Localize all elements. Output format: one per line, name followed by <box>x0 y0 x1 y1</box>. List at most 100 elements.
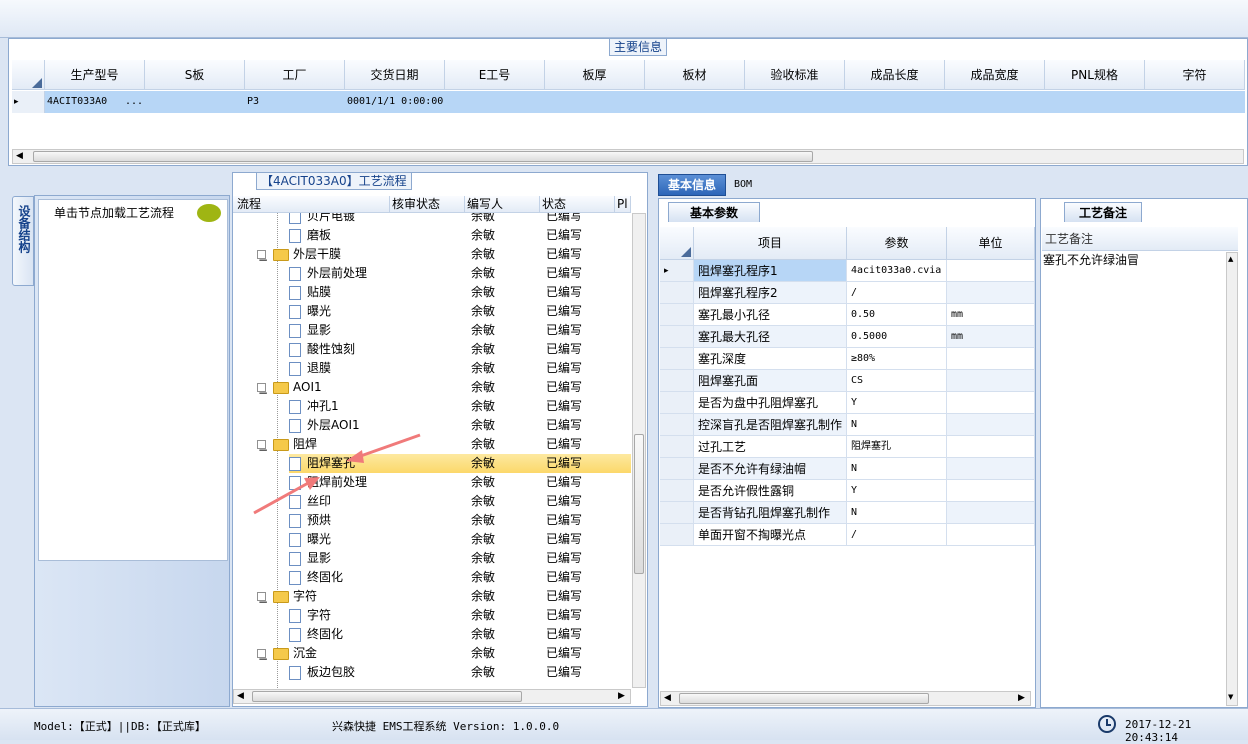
params-row-indicator[interactable] <box>660 480 694 502</box>
tab-device-structure[interactable]: 设备结构 <box>12 196 34 286</box>
main-info-row[interactable]: 4ACIT033A0 ... P3 0001/1/1 0:00:00 <box>45 91 1245 113</box>
param-value[interactable]: N <box>847 502 947 524</box>
params-row[interactable]: 塞孔最大孔径 0.5000 mm <box>660 326 1051 348</box>
process-tree-row[interactable]: 曝光 余敏 已编写 <box>233 530 631 549</box>
params-row-indicator[interactable] <box>660 326 694 348</box>
process-column-header[interactable]: Pl <box>615 196 631 213</box>
process-tree-row[interactable]: 外层前处理 余敏 已编写 <box>233 264 631 283</box>
params-row-indicator[interactable] <box>660 414 694 436</box>
params-row[interactable]: 单面开窗不掏曝光点 / <box>660 524 1051 546</box>
params-row-indicator[interactable] <box>660 392 694 414</box>
process-hscroll-thumb[interactable] <box>252 691 522 702</box>
process-tree-row[interactable]: 酸性蚀刻 余敏 已编写 <box>233 340 631 359</box>
scroll-up-icon[interactable]: ▲ <box>1228 255 1233 263</box>
params-row-indicator[interactable] <box>660 370 694 392</box>
cell-delivery-date[interactable]: 0001/1/1 0:00:00 <box>347 91 443 113</box>
params-hscrollbar[interactable]: ◀ ▶ <box>660 691 1031 706</box>
params-row[interactable]: 是否为盘中孔阻焊塞孔 Y <box>660 392 1051 414</box>
param-value[interactable]: ≥80% <box>847 348 947 370</box>
params-row[interactable]: 是否背钻孔阻焊塞孔制作 N <box>660 502 1051 524</box>
column-header[interactable]: 验收标准 <box>745 60 845 90</box>
param-value[interactable]: 0.50 <box>847 304 947 326</box>
process-column-header[interactable]: 状态 <box>540 196 615 213</box>
process-tree-row[interactable]: − 沉金 余敏 已编写 <box>233 644 631 666</box>
scroll-thumb[interactable] <box>33 151 813 162</box>
collapse-icon[interactable]: − <box>257 383 268 400</box>
params-row-indicator[interactable] <box>660 436 694 458</box>
tab-basic-info[interactable]: 基本信息 <box>658 174 726 196</box>
process-tree-row[interactable]: 显影 余敏 已编写 <box>233 321 631 340</box>
process-column-header[interactable]: 流程 <box>235 196 390 213</box>
process-tree-row[interactable]: 贝片电镀 余敏 已编写 <box>233 213 631 226</box>
params-row-indicator[interactable] <box>660 348 694 370</box>
params-row-indicator[interactable] <box>660 282 694 304</box>
param-value[interactable]: N <box>847 458 947 480</box>
column-header[interactable]: 字符 <box>1145 60 1245 90</box>
column-header[interactable]: 工厂 <box>245 60 345 90</box>
cell-ellipsis[interactable]: ... <box>125 91 143 113</box>
collapse-icon[interactable]: − <box>257 250 268 267</box>
params-row-indicator[interactable]: ▸ <box>660 260 694 282</box>
process-tree-row[interactable]: 退膜 余敏 已编写 <box>233 359 631 378</box>
process-hscrollbar[interactable]: ◀ ▶ <box>233 689 631 704</box>
process-tree-row[interactable]: − 字符 余敏 已编写 <box>233 587 631 609</box>
params-row-indicator[interactable] <box>660 304 694 326</box>
process-tree-row[interactable]: − AOI1 余敏 已编写 <box>233 378 631 400</box>
column-header[interactable]: 板厚 <box>545 60 645 90</box>
params-row[interactable]: 是否不允许有绿油帽 N <box>660 458 1051 480</box>
params-column-header[interactable]: 单位 <box>947 227 1035 260</box>
column-header[interactable]: 生产型号 <box>45 60 145 90</box>
params-grid[interactable]: ▸ 阻焊塞孔程序1 4acit033a0.cvia 阻焊塞孔程序2/塞孔最小孔径 0.5… <box>660 260 1035 550</box>
params-row[interactable]: 阻焊塞孔程序2/ <box>660 282 1051 304</box>
remarks-vscrollbar[interactable]: ▲ ▼ <box>1226 252 1238 706</box>
column-header[interactable]: 成品宽度 <box>945 60 1045 90</box>
column-header[interactable]: 成品长度 <box>845 60 945 90</box>
scroll-left-icon[interactable]: ◀ <box>664 693 671 703</box>
scroll-left-icon[interactable]: ◀ <box>237 691 244 701</box>
scroll-right-icon[interactable]: ▶ <box>1018 693 1025 703</box>
column-header[interactable]: E工号 <box>445 60 545 90</box>
params-row[interactable]: 是否允许假性露铜 Y <box>660 480 1051 502</box>
scroll-down-icon[interactable]: ▼ <box>1228 693 1233 701</box>
params-row[interactable]: 控深盲孔是否阻焊塞孔制作 N <box>660 414 1051 436</box>
column-header[interactable]: 板材 <box>645 60 745 90</box>
param-value[interactable]: / <box>847 282 947 304</box>
params-row[interactable]: 过孔工艺 阻焊塞孔 <box>660 436 1051 458</box>
process-tree-row[interactable]: 显影 余敏 已编写 <box>233 549 631 568</box>
param-value[interactable]: 阻焊塞孔 <box>847 436 947 458</box>
params-row-indicator[interactable] <box>660 502 694 524</box>
collapse-icon[interactable]: − <box>257 592 268 609</box>
column-header[interactable]: 交货日期 <box>345 60 445 90</box>
params-row[interactable]: 塞孔深度 ≥80% <box>660 348 1051 370</box>
process-tree-row[interactable]: − 外层干膜 余敏 已编写 <box>233 245 631 267</box>
device-tree[interactable]: 单击节点加载工艺流程 <box>38 199 228 561</box>
params-column-header[interactable]: 参数 <box>847 227 947 260</box>
cell-factory[interactable]: P3 <box>247 91 259 113</box>
scroll-left-icon[interactable]: ◀ <box>16 151 23 161</box>
column-header[interactable]: S板 <box>145 60 245 90</box>
params-row[interactable]: ▸ 阻焊塞孔程序1 4acit033a0.cvia <box>660 260 1051 282</box>
params-row[interactable]: 塞孔最小孔径 0.50 mm <box>660 304 1051 326</box>
process-tree-row[interactable]: 冲孔1 余敏 已编写 <box>233 397 631 416</box>
process-tree-row[interactable]: 曝光 余敏 已编写 <box>233 302 631 321</box>
param-value[interactable]: N <box>847 414 947 436</box>
params-column-header[interactable]: 项目 <box>694 227 847 260</box>
process-vscrollbar[interactable] <box>632 213 646 688</box>
remarks-text[interactable]: 塞孔不允许绿油冒 <box>1043 252 1223 268</box>
process-column-header[interactable]: 核审状态 <box>390 196 465 213</box>
param-value[interactable]: Y <box>847 480 947 502</box>
scroll-right-icon[interactable]: ▶ <box>618 691 625 701</box>
process-tree-row[interactable]: 磨板 余敏 已编写 <box>233 226 631 245</box>
params-row-indicator[interactable] <box>660 458 694 480</box>
process-tree-row[interactable]: 板边包胶 余敏 已编写 <box>233 663 631 682</box>
process-tree-row[interactable]: 字符 余敏 已编写 <box>233 606 631 625</box>
row-indicator[interactable]: ▸ <box>12 91 45 113</box>
process-column-header[interactable]: 编写人 <box>465 196 540 213</box>
param-value[interactable]: 4acit033a0.cvia <box>847 260 947 282</box>
collapse-icon[interactable]: − <box>257 649 268 666</box>
params-row[interactable]: 阻焊塞孔面 CS <box>660 370 1051 392</box>
params-row-indicator[interactable] <box>660 524 694 546</box>
cell-model[interactable]: 4ACIT033A0 <box>47 91 107 113</box>
process-vscroll-thumb[interactable] <box>634 434 644 574</box>
process-tree-row[interactable]: 终固化 余敏 已编写 <box>233 568 631 587</box>
